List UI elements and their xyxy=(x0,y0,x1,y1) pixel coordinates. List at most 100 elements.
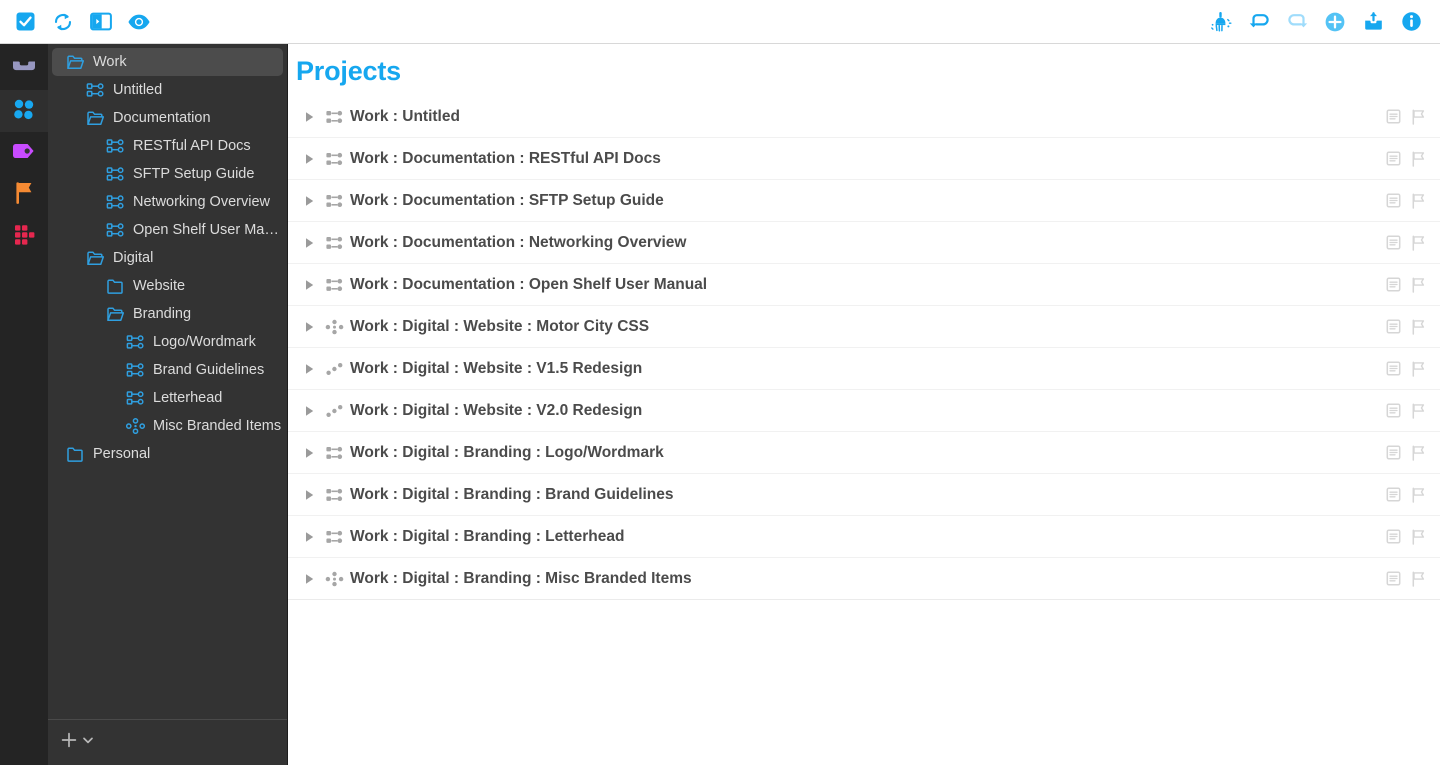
flag-icon xyxy=(12,180,36,211)
disclosure-triangle-icon[interactable] xyxy=(304,489,322,501)
sync-button[interactable] xyxy=(44,7,82,37)
sidebar-item-sftp-setup-guide[interactable]: SFTP Setup Guide xyxy=(52,160,283,188)
note-icon[interactable] xyxy=(1386,277,1401,292)
sidebar-item-restful-api-docs[interactable]: RESTful API Docs xyxy=(52,132,283,160)
disclosure-triangle-icon[interactable] xyxy=(304,237,322,249)
undo-button[interactable] xyxy=(1240,7,1278,37)
disclosure-triangle-icon[interactable] xyxy=(304,363,322,375)
project-row-actions xyxy=(1386,486,1426,503)
sidebar-item-label: Open Shelf User Man… xyxy=(133,222,283,238)
project-row[interactable]: Work : Documentation : Networking Overvi… xyxy=(288,221,1440,264)
project-row[interactable]: Work : Documentation : RESTful API Docs xyxy=(288,137,1440,180)
sidebar-item-letterhead[interactable]: Letterhead xyxy=(52,384,283,412)
note-icon[interactable] xyxy=(1386,193,1401,208)
sidebar-item-website[interactable]: Website xyxy=(52,272,283,300)
page-title: Projects xyxy=(296,56,401,86)
flag-icon[interactable] xyxy=(1411,318,1426,335)
redo-button[interactable] xyxy=(1278,7,1316,37)
project-row[interactable]: Work : Documentation : SFTP Setup Guide xyxy=(288,179,1440,222)
disclosure-triangle-icon[interactable] xyxy=(304,405,322,417)
flag-icon[interactable] xyxy=(1411,108,1426,125)
project-row[interactable]: Work : Digital : Website : V2.0 Redesign xyxy=(288,389,1440,432)
sidebar-item-networking-overview[interactable]: Networking Overview xyxy=(52,188,283,216)
note-icon[interactable] xyxy=(1386,151,1401,166)
plus-circle-icon xyxy=(1324,11,1346,33)
note-icon[interactable] xyxy=(1386,361,1401,376)
note-icon[interactable] xyxy=(1386,571,1401,586)
note-icon[interactable] xyxy=(1386,403,1401,418)
sidebar-item-personal[interactable]: Personal xyxy=(52,440,283,468)
project-row-actions xyxy=(1386,150,1426,167)
inspector-button[interactable] xyxy=(1392,7,1430,37)
sidebar-item-work[interactable]: Work xyxy=(52,48,283,76)
project-row[interactable]: Work : Untitled xyxy=(288,96,1440,138)
flag-icon[interactable] xyxy=(1411,276,1426,293)
complete-button[interactable] xyxy=(6,7,44,37)
parallel-icon xyxy=(322,319,346,335)
note-icon[interactable] xyxy=(1386,235,1401,250)
sidebar-item-open-shelf-user-man[interactable]: Open Shelf User Man… xyxy=(52,216,283,244)
sidebar-item-brand-guidelines[interactable]: Brand Guidelines xyxy=(52,356,283,384)
project-row-actions xyxy=(1386,360,1426,377)
add-button[interactable] xyxy=(1316,7,1354,37)
sidebar-item-documentation[interactable]: Documentation xyxy=(52,104,283,132)
sidebar-item-untitled[interactable]: Untitled xyxy=(52,76,283,104)
note-icon[interactable] xyxy=(1386,445,1401,460)
sequential-icon xyxy=(104,138,126,154)
project-row-actions xyxy=(1386,318,1426,335)
flag-icon[interactable] xyxy=(1411,150,1426,167)
project-row[interactable]: Work : Digital : Branding : Logo/Wordmar… xyxy=(288,431,1440,474)
project-row[interactable]: Work : Digital : Website : Motor City CS… xyxy=(288,305,1440,348)
flag-icon[interactable] xyxy=(1411,486,1426,503)
project-row[interactable]: Work : Digital : Branding : Misc Branded… xyxy=(288,557,1440,600)
perspective-review[interactable] xyxy=(0,216,48,258)
sidebar-toggle-button[interactable] xyxy=(82,7,120,37)
note-icon[interactable] xyxy=(1386,319,1401,334)
flag-icon[interactable] xyxy=(1411,360,1426,377)
add-project-button[interactable] xyxy=(60,731,95,754)
note-icon[interactable] xyxy=(1386,487,1401,502)
sequential-icon xyxy=(124,362,146,378)
perspective-tags[interactable] xyxy=(0,132,48,174)
sidebar-item-digital[interactable]: Digital xyxy=(52,244,283,272)
broom-icon xyxy=(1209,10,1233,33)
project-row[interactable]: Work : Digital : Branding : Letterhead xyxy=(288,515,1440,558)
folder-open-icon xyxy=(64,55,86,70)
note-icon[interactable] xyxy=(1386,529,1401,544)
disclosure-triangle-icon[interactable] xyxy=(304,279,322,291)
project-row[interactable]: Work : Digital : Website : V1.5 Redesign xyxy=(288,347,1440,390)
disclosure-triangle-icon[interactable] xyxy=(304,447,322,459)
note-icon[interactable] xyxy=(1386,109,1401,124)
perspective-inbox[interactable] xyxy=(0,48,48,90)
disclosure-triangle-icon[interactable] xyxy=(304,195,322,207)
sidebar-item-logo-wordmark[interactable]: Logo/Wordmark xyxy=(52,328,283,356)
disclosure-triangle-icon[interactable] xyxy=(304,153,322,165)
perspective-projects[interactable] xyxy=(0,90,48,132)
clean-up-button[interactable] xyxy=(1202,7,1240,37)
flag-icon[interactable] xyxy=(1411,192,1426,209)
sidebar-item-label: Digital xyxy=(113,250,154,266)
flag-icon[interactable] xyxy=(1411,570,1426,587)
sequential-icon xyxy=(104,166,126,182)
view-options-button[interactable] xyxy=(120,7,158,37)
project-row-title: Work : Documentation : RESTful API Docs xyxy=(350,149,661,167)
disclosure-triangle-icon[interactable] xyxy=(304,321,322,333)
project-row[interactable]: Work : Documentation : Open Shelf User M… xyxy=(288,263,1440,306)
sequential-icon xyxy=(322,151,346,167)
disclosure-triangle-icon[interactable] xyxy=(304,573,322,585)
sidebar-item-misc-branded-items[interactable]: Misc Branded Items xyxy=(52,412,283,440)
flag-icon[interactable] xyxy=(1411,402,1426,419)
main-content: Projects Work : Untitled Work : Document… xyxy=(288,44,1440,765)
flag-icon[interactable] xyxy=(1411,234,1426,251)
sidebar-item-branding[interactable]: Branding xyxy=(52,300,283,328)
perspective-forecast[interactable] xyxy=(0,174,48,216)
inbox-button[interactable] xyxy=(1354,7,1392,37)
project-row-title: Work : Digital : Website : V2.0 Redesign xyxy=(350,401,643,419)
project-row-title: Work : Documentation : Networking Overvi… xyxy=(350,233,687,251)
disclosure-triangle-icon[interactable] xyxy=(304,111,322,123)
project-row[interactable]: Work : Digital : Branding : Brand Guidel… xyxy=(288,473,1440,516)
disclosure-triangle-icon[interactable] xyxy=(304,531,322,543)
folder-open-icon xyxy=(84,251,106,266)
flag-icon[interactable] xyxy=(1411,528,1426,545)
flag-icon[interactable] xyxy=(1411,444,1426,461)
